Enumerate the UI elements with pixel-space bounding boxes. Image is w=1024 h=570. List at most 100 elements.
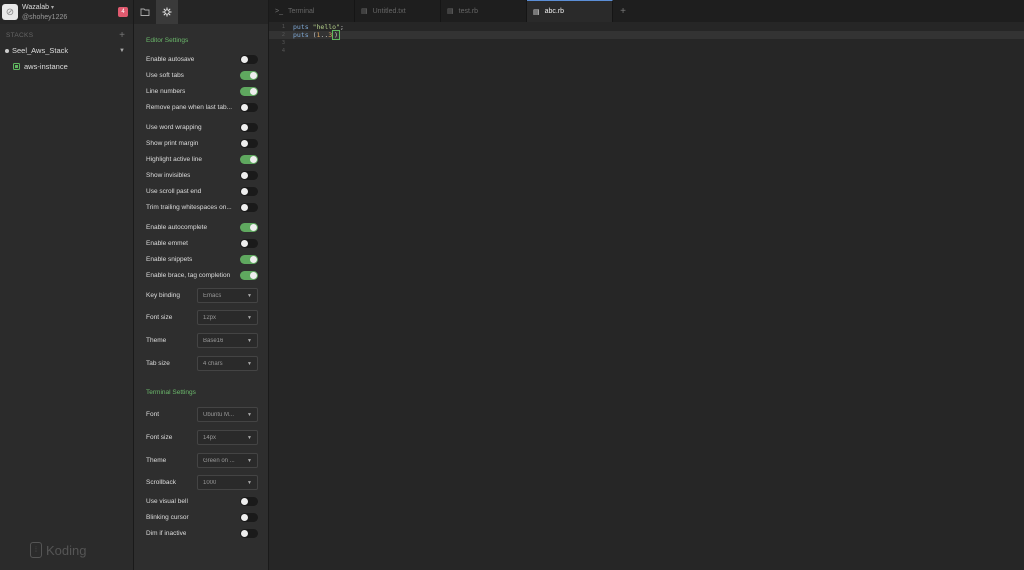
setting-label: Theme <box>146 457 167 464</box>
user-info: Wazalab ▾ @shohey1226 <box>22 3 67 22</box>
tab-untitled-txt[interactable]: ▤ Untitled.txt <box>355 0 441 22</box>
stack-menu-icon[interactable]: ▼ <box>119 48 125 54</box>
add-tab-icon[interactable]: + <box>613 0 633 22</box>
user-handle: @shohey1226 <box>22 13 68 21</box>
code-line-active: 2 puts (1..3) <box>269 30 1024 40</box>
machine-item[interactable]: aws-instance <box>13 62 68 71</box>
toggle-switch[interactable] <box>240 54 258 64</box>
chevron-down-icon: ▼ <box>247 434 252 441</box>
tab-abc-rb[interactable]: ▤ abc.rb <box>527 0 613 22</box>
toggle-knob <box>241 139 248 147</box>
toggle-knob <box>250 71 257 79</box>
setting-row-font: Font Ubuntu M... ▼ <box>146 406 258 423</box>
toggle-knob <box>250 255 257 263</box>
add-stack-icon[interactable]: + <box>119 30 125 41</box>
setting-label: Show invisibles <box>146 171 191 179</box>
files-tab[interactable] <box>134 0 156 24</box>
setting-label: Use scroll past end <box>146 187 202 195</box>
toggle-switch[interactable] <box>240 70 258 80</box>
line-number: 2 <box>281 32 285 38</box>
setting-row-use-soft-tabs: Use soft tabs <box>146 69 258 81</box>
setting-select[interactable]: 12px ▼ <box>197 310 258 325</box>
koding-logo: ⁞ Koding <box>30 542 86 558</box>
toggle-switch[interactable] <box>240 202 258 212</box>
toggle-knob <box>250 155 257 163</box>
toggle-switch[interactable] <box>240 512 258 522</box>
brand-name: Koding <box>46 542 87 558</box>
file-icon: ▤ <box>447 8 454 15</box>
toggle-knob <box>241 171 248 179</box>
code-keyword: puts <box>293 31 309 39</box>
notification-badge[interactable]: 4 <box>118 7 128 17</box>
tab-label: Terminal <box>287 7 315 15</box>
toggle-switch[interactable] <box>240 102 258 112</box>
setting-label: Highlight active line <box>146 155 203 163</box>
stack-item[interactable]: Seel_Aws_Stack ▼ <box>5 46 125 55</box>
select-value: 14px <box>203 434 217 441</box>
code-line: 1 puts "hello"; <box>269 23 1024 31</box>
tab-test-rb[interactable]: ▤ test.rb <box>441 0 527 22</box>
code-text: puts (1..3) <box>287 30 341 40</box>
stack-status-dot <box>5 48 9 53</box>
setting-row-enable-snippets: Enable snippets <box>146 253 258 265</box>
setting-label: Enable autocomplete <box>146 223 208 231</box>
panel-tabs <box>134 0 268 24</box>
chevron-down-icon: ▼ <box>247 360 252 367</box>
file-icon: ▤ <box>533 8 540 16</box>
select-value: Base16 <box>203 337 224 344</box>
setting-select[interactable]: Ubuntu M... ▼ <box>197 407 258 422</box>
setting-label: Dim if inactive <box>146 529 187 537</box>
toggle-switch[interactable] <box>240 270 258 280</box>
toggle-switch[interactable] <box>240 186 258 196</box>
stacks-label: STACKS <box>6 32 34 39</box>
setting-select[interactable]: 4 chars ▼ <box>197 356 258 371</box>
toggle-knob <box>241 239 248 247</box>
toggle-knob <box>241 513 248 521</box>
toggle-switch[interactable] <box>240 238 258 248</box>
toggle-knob <box>250 223 257 231</box>
avatar: ⊘ <box>2 4 18 20</box>
setting-label: Enable emmet <box>146 239 188 247</box>
toggle-knob <box>241 123 248 131</box>
toggle-switch[interactable] <box>240 154 258 164</box>
setting-row-trim-trailing-whitespaces-on: Trim trailing whitespaces on... <box>146 201 258 213</box>
setting-label: Use word wrapping <box>146 123 202 131</box>
setting-select[interactable]: 1000 ▼ <box>197 475 258 490</box>
select-value: Ubuntu M... <box>203 411 235 418</box>
toggle-switch[interactable] <box>240 138 258 148</box>
toggle-knob <box>241 203 248 211</box>
toggle-knob <box>241 103 248 111</box>
toggle-switch[interactable] <box>240 254 258 264</box>
setting-label: Scrollback <box>146 479 176 486</box>
setting-select[interactable]: Base16 ▼ <box>197 333 258 348</box>
ide-window: ⊘ Wazalab ▾ @shohey1226 4 STACKS + Seel_A… <box>0 0 1024 570</box>
settings-panel: Editor Settings Enable autosave Use soft … <box>134 0 269 570</box>
chevron-down-icon: ▼ <box>247 337 252 344</box>
toggle-switch[interactable] <box>240 528 258 538</box>
setting-label: Use visual bell <box>146 497 188 505</box>
toggle-switch[interactable] <box>240 222 258 232</box>
settings-tab[interactable] <box>156 0 178 24</box>
chevron-down-icon: ▼ <box>247 411 252 418</box>
setting-row-enable-brace-tag-completion: Enable brace, tag completion <box>146 269 258 281</box>
code-editor[interactable]: 1 puts "hello"; 2 puts (1..3) 3 4 <box>269 22 1024 570</box>
sidebar: ⊘ Wazalab ▾ @shohey1226 4 STACKS + Seel_A… <box>0 0 134 570</box>
tab-terminal[interactable]: >_ Terminal <box>269 0 355 22</box>
toggle-switch[interactable] <box>240 86 258 96</box>
toggle-switch[interactable] <box>240 122 258 132</box>
tab-label: Untitled.txt <box>372 7 406 15</box>
tab-label: abc.rb <box>544 8 565 15</box>
select-value: Green on ... <box>203 457 235 464</box>
toggle-switch[interactable] <box>240 496 258 506</box>
setting-select[interactable]: Emacs ▼ <box>197 288 258 303</box>
editor-settings-title: Editor Settings <box>146 37 189 44</box>
user-menu[interactable]: ⊘ Wazalab ▾ @shohey1226 <box>0 0 133 24</box>
team-name: Wazalab ▾ <box>22 3 67 13</box>
toggle-switch[interactable] <box>240 170 258 180</box>
setting-select[interactable]: 14px ▼ <box>197 430 258 445</box>
code-keyword: puts <box>293 23 309 31</box>
line-number: 1 <box>281 24 285 30</box>
setting-row-show-print-margin: Show print margin <box>146 137 258 149</box>
setting-select[interactable]: Green on ... ▼ <box>197 453 258 468</box>
line-number: 3 <box>281 40 285 46</box>
